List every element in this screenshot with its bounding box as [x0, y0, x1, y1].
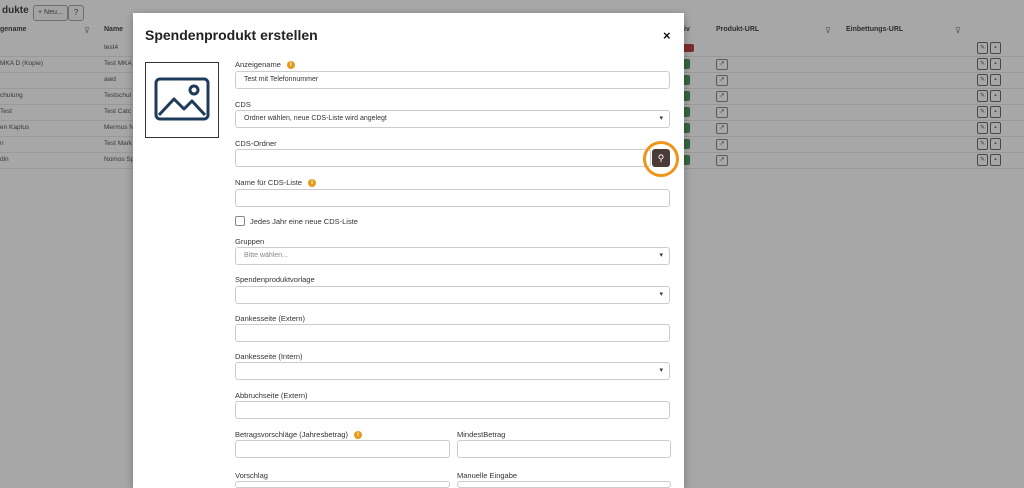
vorlage-select[interactable]: ▾: [235, 286, 670, 304]
close-icon[interactable]: ×: [663, 28, 671, 43]
vorschlag-input[interactable]: [235, 481, 450, 488]
click-highlight: [643, 141, 679, 177]
manuelle-eingabe-input[interactable]: [457, 481, 671, 488]
name-cds-liste-label: Name für CDS-Liste i: [235, 178, 317, 188]
info-icon[interactable]: i: [308, 179, 317, 188]
jedes-jahr-checkbox[interactable]: [235, 216, 245, 226]
gruppen-placeholder: Bitte wählen...: [244, 252, 288, 259]
chevron-down-icon: ▾: [659, 291, 663, 298]
gruppen-select[interactable]: Bitte wählen... ▾: [235, 247, 670, 265]
cds-select[interactable]: Ordner wählen, neue CDS-Liste wird angel…: [235, 110, 670, 128]
cds-ordner-label: CDS-Ordner: [235, 139, 277, 148]
cds-select-value: Ordner wählen, neue CDS-Liste wird angel…: [244, 115, 387, 122]
mindestbetrag-label: MindestBetrag: [457, 430, 506, 439]
jedes-jahr-label: Jedes Jahr eine neue CDS-Liste: [250, 216, 358, 226]
abbruchseite-label: Abbruchseite (Extern): [235, 391, 308, 400]
create-donation-product-dialog: Spendenprodukt erstellen × Anzeigename i …: [133, 13, 684, 488]
cds-label: CDS: [235, 100, 251, 109]
image-upload[interactable]: [145, 62, 219, 138]
betragsvorschlaege-input[interactable]: [235, 440, 450, 458]
manuelle-eingabe-label: Manuelle Eingabe: [457, 471, 518, 480]
anzeigename-label: Anzeigename i: [235, 60, 295, 70]
gruppen-label: Gruppen: [235, 237, 265, 246]
dankesseite-intern-select[interactable]: ▾: [235, 362, 670, 380]
dankesseite-extern-input[interactable]: [235, 324, 670, 342]
mindestbetrag-input[interactable]: [457, 440, 671, 458]
info-icon[interactable]: i: [353, 431, 362, 440]
vorschlag-label: Vorschlag: [235, 471, 268, 480]
dankesseite-intern-label: Dankesseite (Intern): [235, 352, 303, 361]
chevron-down-icon: ▾: [659, 252, 663, 259]
chevron-down-icon: ▾: [659, 367, 663, 374]
jedes-jahr-checkbox-row[interactable]: Jedes Jahr eine neue CDS-Liste: [235, 216, 358, 226]
name-cds-liste-input[interactable]: [235, 189, 670, 207]
anzeigename-input[interactable]: Test mit Telefonnummer: [235, 71, 670, 89]
cds-ordner-input[interactable]: [235, 149, 651, 167]
abbruchseite-input[interactable]: [235, 401, 670, 419]
dialog-title: Spendenprodukt erstellen: [145, 27, 318, 43]
vorlage-label: Spendenproduktvorlage: [235, 275, 315, 284]
dankesseite-extern-label: Dankesseite (Extern): [235, 314, 306, 323]
info-icon[interactable]: i: [286, 61, 295, 70]
chevron-down-icon: ▾: [659, 115, 663, 122]
betragsvorschlaege-label: Betragsvorschläge (Jahresbetrag) i: [235, 430, 362, 440]
image-icon: [154, 77, 210, 121]
